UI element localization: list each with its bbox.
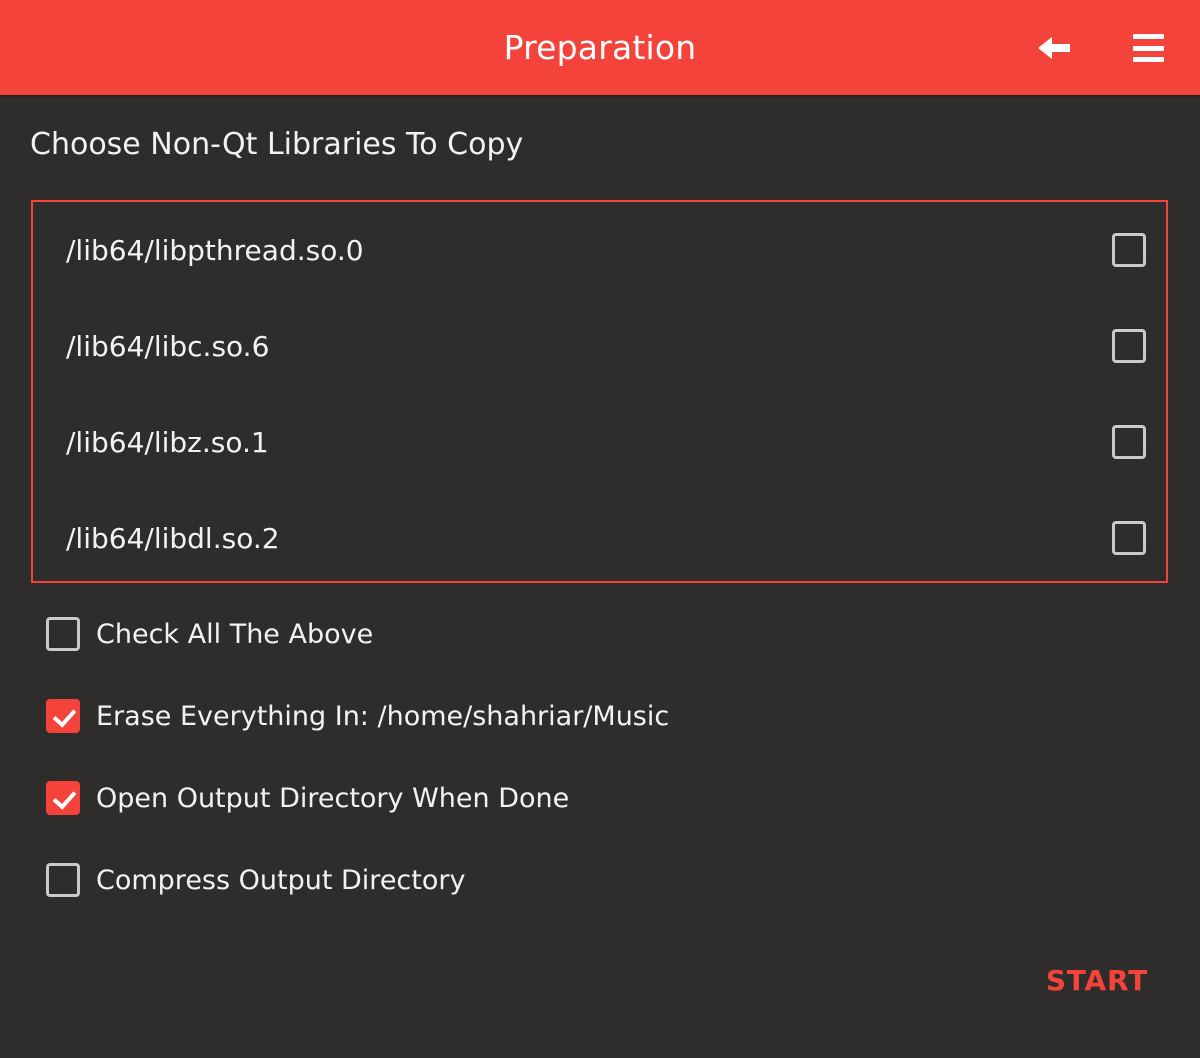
library-list-item[interactable]: /lib64/libdl.so.2 [33, 508, 1166, 568]
library-path-label: /lib64/libdl.so.2 [66, 521, 280, 555]
option-compress-output-directory[interactable]: Compress Output Directory [46, 862, 465, 898]
option-checkbox[interactable] [46, 617, 80, 651]
option-checkbox[interactable] [46, 863, 80, 897]
option-label: Check All The Above [96, 618, 374, 650]
arrow-left-icon [1034, 33, 1074, 63]
start-button[interactable]: START [1030, 958, 1164, 1003]
back-button[interactable] [1028, 22, 1080, 74]
option-checkbox[interactable] [46, 699, 80, 733]
option-erase-everything-in[interactable]: Erase Everything In: /home/shahriar/Musi… [46, 698, 669, 734]
option-checkbox[interactable] [46, 781, 80, 815]
option-label: Erase Everything In: /home/shahriar/Musi… [96, 700, 670, 732]
option-check-all-the-above[interactable]: Check All The Above [46, 616, 373, 652]
hamburger-bar-3 [1132, 57, 1164, 62]
hamburger-bar-2 [1132, 45, 1164, 51]
hamburger-bar-1 [1132, 34, 1164, 39]
library-path-label: /lib64/libpthread.so.0 [66, 233, 364, 267]
option-label: Compress Output Directory [96, 864, 466, 896]
library-checkbox[interactable] [1112, 425, 1146, 459]
library-list-item[interactable]: /lib64/libz.so.1 [33, 412, 1166, 472]
library-list: /lib64/libpthread.so.0 /lib64/libc.so.6 … [31, 200, 1168, 583]
section-heading: Choose Non-Qt Libraries To Copy [30, 127, 524, 162]
app-bar: Preparation [0, 0, 1200, 95]
library-list-item[interactable]: /lib64/libpthread.so.0 [33, 220, 1166, 280]
page-title: Preparation [503, 28, 697, 67]
library-checkbox[interactable] [1112, 329, 1146, 363]
library-checkbox[interactable] [1112, 521, 1146, 555]
menu-button[interactable] [1122, 22, 1174, 74]
option-label: Open Output Directory When Done [96, 782, 570, 814]
library-checkbox[interactable] [1112, 233, 1146, 267]
library-list-item[interactable]: /lib64/libc.so.6 [33, 316, 1166, 376]
app-bar-shadow [0, 95, 1200, 98]
library-path-label: /lib64/libc.so.6 [66, 329, 270, 363]
library-path-label: /lib64/libz.so.1 [66, 425, 269, 459]
option-open-output-directory-when-done[interactable]: Open Output Directory When Done [46, 780, 569, 816]
hamburger-menu-icon [1132, 34, 1164, 62]
